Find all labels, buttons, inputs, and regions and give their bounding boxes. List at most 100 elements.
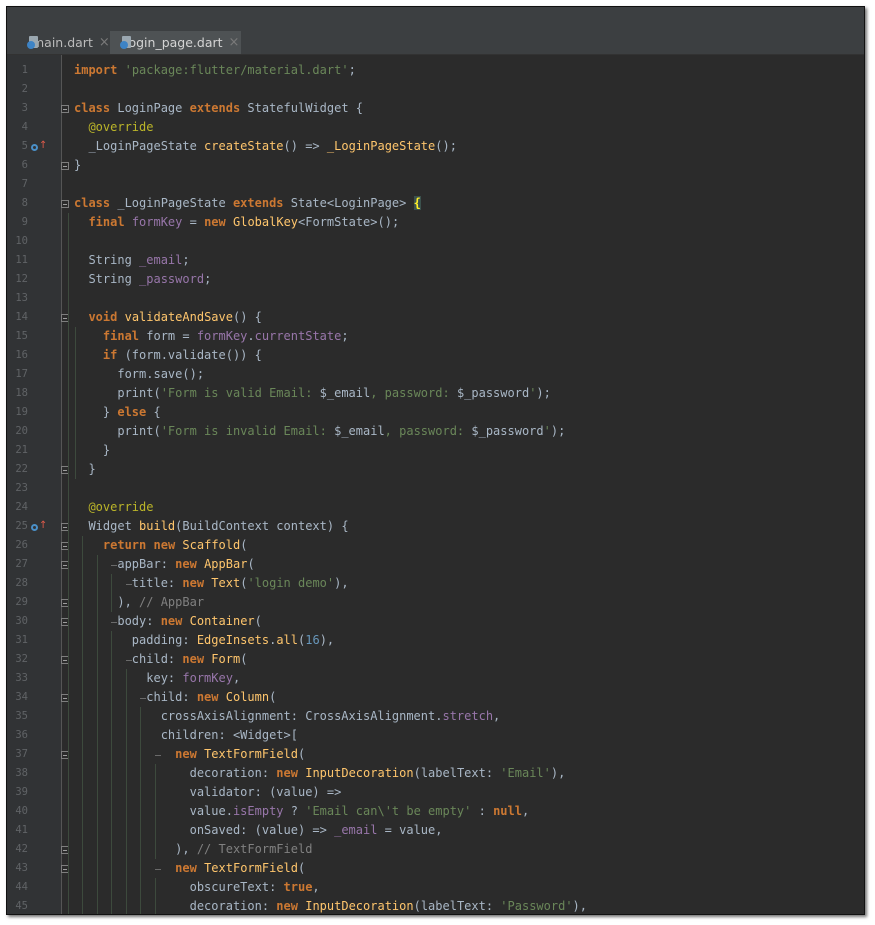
line-number: 18 — [15, 387, 28, 399]
fold-marker-icon[interactable] — [61, 162, 69, 170]
code-token: $_email — [319, 386, 371, 400]
code-text: } — [74, 156, 81, 175]
line-number: 17 — [15, 368, 28, 380]
code-token: new — [160, 614, 183, 628]
code-token: padding: — [74, 633, 197, 647]
line-number: 40 — [15, 805, 28, 817]
code-token: child: — [74, 690, 197, 704]
code-line: 19 } else { — [7, 403, 864, 422]
code-text: ), // AppBar — [74, 593, 204, 612]
line-number: 44 — [15, 881, 28, 893]
code-text: } — [74, 460, 96, 479]
code-token: new — [182, 652, 205, 666]
code-line: 30 body: new Container( — [7, 612, 864, 631]
code-token: (); — [435, 139, 457, 153]
code-token: import — [74, 63, 118, 77]
tree-tick — [111, 622, 118, 623]
line-number: 19 — [15, 406, 28, 418]
code-text: value.isEmpty ? 'Email can\'t be empty' … — [74, 802, 530, 821]
indent-guide — [125, 669, 127, 914]
code-text: children: <Widget>[ — [74, 726, 298, 745]
code-line: 38 decoration: new InputDecoration(label… — [7, 764, 864, 783]
line-number: 21 — [15, 444, 28, 456]
code-token: TextFormField — [204, 861, 298, 875]
code-line: 41 onSaved: (value) => _email = value, — [7, 821, 864, 840]
code-line: 14 void validateAndSave() { — [7, 308, 864, 327]
override-method-icon[interactable]: ↑ — [31, 141, 47, 153]
tab-login-page-dart[interactable]: login_page.dart × — [110, 31, 241, 54]
code-token: new — [175, 861, 197, 875]
code-token: new — [175, 557, 197, 571]
code-token: ' — [543, 424, 551, 438]
code-token: ), — [572, 899, 587, 913]
code-token: $_password — [456, 386, 530, 400]
code-token: new — [182, 576, 205, 590]
code-token: if — [102, 348, 118, 362]
code-token: validator: (value) => — [74, 785, 342, 799]
code-token: ; — [182, 253, 190, 267]
code-token: () => — [283, 139, 327, 153]
code-text: onSaved: (value) => _email = value, — [74, 821, 443, 840]
line-number: 4 — [21, 121, 28, 133]
fold-marker-icon[interactable] — [61, 200, 69, 208]
close-icon[interactable]: × — [99, 35, 110, 50]
code-line: 35 crossAxisAlignment: CrossAxisAlignmen… — [7, 707, 864, 726]
line-number: 33 — [15, 672, 28, 684]
code-token: _email — [139, 253, 183, 267]
code-token: StatefulWidget { — [240, 101, 364, 115]
override-method-icon[interactable]: ↑ — [31, 521, 47, 533]
indent-guide — [154, 878, 156, 914]
line-number: 30 — [15, 615, 28, 627]
code-token: obscureText: — [74, 880, 284, 894]
line-number: 1 — [21, 64, 28, 76]
code-editor[interactable]: 1 import 'package:flutter/material.dart';… — [7, 55, 864, 914]
code-line: 17 form.save(); — [7, 365, 864, 384]
code-line: 16 if (form.validate()) { — [7, 346, 864, 365]
code-line: 28 title: new Text('login demo'), — [7, 574, 864, 593]
code-token: 'Email can\'t be empty' — [305, 804, 472, 818]
line-number: 10 — [15, 235, 28, 247]
code-line: 10 — [7, 232, 864, 251]
code-text: final form = formKey.currentState; — [74, 327, 349, 346]
tab-main-dart[interactable]: main.dart × — [17, 31, 110, 54]
code-line: 31 padding: EdgeInsets.all(16), — [7, 631, 864, 650]
code-text: decoration: new InputDecoration(labelTex… — [74, 764, 566, 783]
code-line: 20 print('Form is invalid Email: $_email… — [7, 422, 864, 441]
code-token: createState — [204, 139, 284, 153]
code-token: appBar: — [74, 557, 176, 571]
code-token: validateAndSave — [124, 310, 233, 324]
code-token: build — [139, 519, 176, 533]
code-token: 'Password' — [500, 899, 573, 913]
code-token: Column — [225, 690, 270, 704]
code-token: children: <Widget>[ — [74, 728, 298, 742]
code-token: } — [74, 405, 118, 419]
close-icon[interactable]: × — [229, 35, 240, 50]
line-number: 11 — [15, 254, 28, 266]
code-text: validator: (value) => — [74, 783, 342, 802]
fold-marker-icon[interactable] — [61, 105, 69, 113]
code-token: ; — [348, 63, 356, 77]
code-text: class _LoginPageState extends State<Logi… — [74, 194, 421, 213]
line-number: 32 — [15, 653, 28, 665]
code-line: 33 key: formKey, — [7, 669, 864, 688]
editor-tab-bar: main.dart × login_page.dart × — [7, 7, 864, 55]
code-token: } — [74, 158, 82, 172]
code-token: _LoginPageState — [74, 139, 205, 153]
code-token: EdgeInsets — [196, 633, 270, 647]
code-token: } — [74, 462, 96, 476]
code-token: ), — [74, 595, 140, 609]
code-text: } — [74, 441, 110, 460]
line-number: 22 — [15, 463, 28, 475]
code-text: String _password; — [74, 270, 211, 289]
code-token: void — [88, 310, 118, 324]
line-number: 7 — [21, 178, 28, 190]
code-text: @override — [74, 118, 153, 137]
